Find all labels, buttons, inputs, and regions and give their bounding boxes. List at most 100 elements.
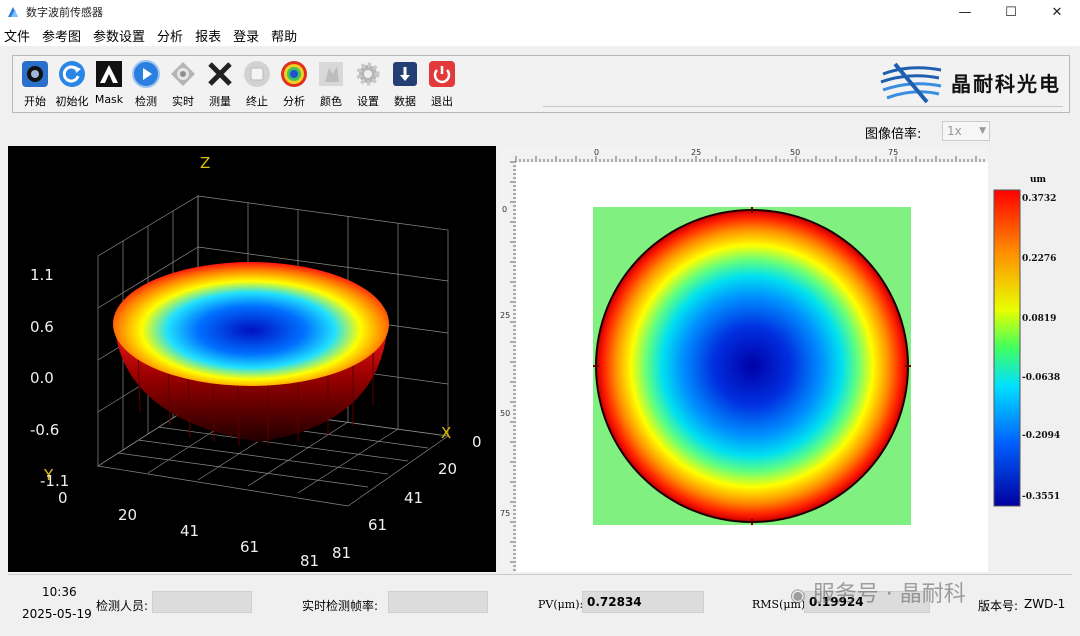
gear-icon (356, 62, 380, 86)
z-tick: 0.6 (30, 318, 54, 336)
company-logo: 晶耐科光电 (879, 60, 1069, 104)
x-tick: 61 (368, 516, 387, 534)
mask-button[interactable]: Mask (91, 60, 127, 106)
top-ruler-label: 25 (691, 148, 701, 157)
color-button[interactable]: 颜色 (313, 60, 349, 109)
refresh-icon (59, 61, 85, 87)
app-icon (8, 7, 18, 17)
surface-3d-plot: Z X Y 1.1 0.6 0.0 -0.6 -1.1 0 20 41 61 8… (30, 154, 482, 570)
stop-icon (244, 61, 270, 87)
y-tick: 41 (180, 522, 199, 540)
framerate-label: 实时检测帧率: (302, 599, 379, 613)
menu-reference[interactable]: 参考图 (42, 26, 81, 45)
realtime-button[interactable]: 实时 (165, 60, 201, 109)
analysis-button[interactable]: 分析 (276, 60, 312, 109)
z-tick: 0.0 (30, 369, 54, 387)
stop-label: 终止 (246, 95, 268, 108)
surface-top (113, 262, 389, 386)
zoom-select[interactable]: 1x ▼ (942, 121, 990, 141)
power-icon (429, 61, 455, 87)
colorbar: um 0.3732 0.2276 0.0819 -0.0638 -0.2094 … (990, 170, 1080, 510)
realtime-label: 实时 (172, 95, 194, 108)
maximize-button[interactable]: ☐ (988, 0, 1034, 24)
framerate-field (388, 591, 488, 613)
close-button[interactable]: ✕ (1034, 0, 1080, 24)
colorbar-tick: -0.3551 (1022, 492, 1060, 502)
analysis-icon (281, 61, 307, 87)
menu-bar: 文件 参考图 参数设置 分析 报表 登录 帮助 (0, 24, 1080, 46)
inspector-field[interactable] (152, 591, 252, 613)
zoom-label: 图像倍率: (865, 127, 922, 142)
colorbar-tick: 0.2276 (1022, 254, 1056, 264)
detect-button[interactable]: 检测 (128, 60, 164, 109)
start-label: 开始 (24, 95, 46, 108)
menu-login[interactable]: 登录 (233, 26, 259, 45)
y-tick: 61 (240, 538, 259, 556)
analysis-label: 分析 (283, 95, 305, 108)
x-tick: 81 (332, 544, 351, 562)
exit-button[interactable]: 退出 (424, 60, 460, 109)
menu-help[interactable]: 帮助 (271, 26, 297, 45)
left-ruler-label: 50 (500, 409, 510, 418)
z-tick: -0.6 (30, 421, 59, 439)
watermark-text: 服务号 · 晶耐科 (812, 582, 966, 607)
minimize-button[interactable]: — (942, 0, 988, 24)
settings-label: 设置 (357, 95, 379, 108)
status-date: 2025-05-19 (22, 607, 92, 621)
x-axis-label: X (441, 424, 451, 442)
colorbar-tick: -0.2094 (1022, 431, 1060, 441)
stop-button[interactable]: 终止 (239, 60, 275, 109)
pv-value: 0.72834 (582, 591, 704, 613)
download-icon (393, 62, 417, 86)
chevron-down-icon: ▼ (979, 126, 986, 136)
detect-label: 检测 (135, 95, 157, 108)
top-ruler-label: 75 (888, 148, 898, 157)
top-ruler (498, 146, 988, 162)
surface-3d-view[interactable]: Z X Y 1.1 0.6 0.0 -0.6 -1.1 0 20 41 61 8… (8, 146, 496, 572)
menu-report[interactable]: 报表 (195, 26, 221, 45)
y-tick: 0 (58, 489, 68, 507)
window-title: 数字波前传感器 (26, 6, 103, 19)
play-icon (132, 60, 160, 88)
x-tick: 20 (438, 460, 457, 478)
logo-icon (880, 62, 942, 104)
colorbar-unit: um (1030, 175, 1047, 185)
exit-label: 退出 (431, 95, 453, 108)
logo-text: 晶耐科光电 (951, 71, 1061, 96)
map-pupil (597, 211, 907, 521)
data-button[interactable]: 数据 (387, 60, 423, 109)
wechat-icon: ◉ (790, 585, 806, 606)
y-tick: 81 (300, 552, 319, 570)
z-tick: 1.1 (30, 266, 54, 284)
start-button[interactable]: 开始 (17, 60, 53, 109)
watermark: ◉ 服务号 · 晶耐科 (790, 576, 966, 608)
colorbar-tick: 0.0819 (1022, 314, 1056, 324)
wavefront-map: 0 25 50 75 0 25 50 75 (498, 146, 988, 572)
menu-analysis[interactable]: 分析 (157, 26, 183, 45)
color-icon (319, 62, 343, 86)
data-label: 数据 (394, 95, 416, 108)
camera-icon (22, 61, 48, 87)
x-tick: 41 (404, 489, 423, 507)
left-ruler-label: 25 (500, 311, 510, 320)
wavefront-map-panel[interactable]: 0 25 50 75 0 25 50 75 (498, 146, 988, 572)
version-value: ZWD-1 (1024, 597, 1066, 611)
menu-params[interactable]: 参数设置 (93, 26, 145, 45)
color-label: 颜色 (320, 95, 342, 108)
left-ruler-label: 75 (500, 509, 510, 518)
init-button[interactable]: 初始化 (54, 60, 90, 109)
pv-label: PV(μm): (538, 598, 584, 611)
colorbar-tick: 0.3732 (1022, 194, 1056, 204)
measure-label: 测量 (209, 95, 231, 108)
mask-icon (96, 61, 122, 87)
version-label: 版本号: (978, 599, 1019, 613)
init-label: 初始化 (55, 95, 89, 108)
menu-file[interactable]: 文件 (4, 26, 30, 45)
measure-button[interactable]: 测量 (202, 60, 238, 109)
top-ruler-label: 0 (594, 148, 599, 157)
x-tick: 0 (472, 433, 482, 451)
cross-icon (208, 62, 232, 86)
realtime-icon (171, 62, 195, 86)
settings-button[interactable]: 设置 (350, 60, 386, 109)
status-time: 10:36 (42, 585, 77, 599)
